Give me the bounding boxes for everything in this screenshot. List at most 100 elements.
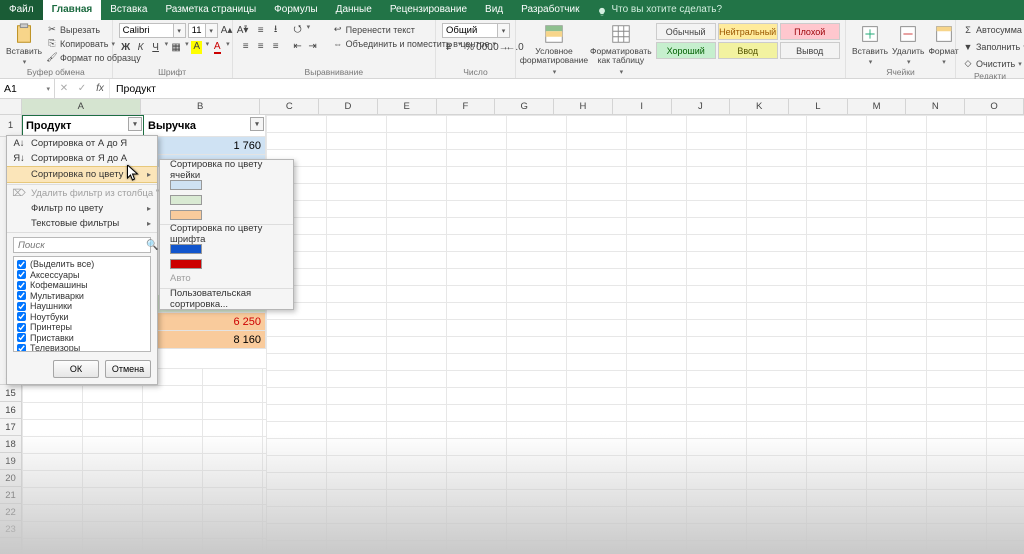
col-header-N[interactable]: N bbox=[906, 99, 965, 114]
number-format-combo[interactable] bbox=[442, 23, 498, 38]
menu-file[interactable]: Файл bbox=[0, 0, 43, 20]
style-neutral[interactable]: Нейтральный bbox=[718, 23, 778, 40]
menu-developer[interactable]: Разработчик bbox=[512, 0, 588, 20]
fill-color-button[interactable]: А bbox=[190, 40, 204, 54]
row-header-20[interactable]: 20 bbox=[0, 470, 21, 487]
custom-sort[interactable]: Пользовательская сортировка... bbox=[160, 291, 293, 306]
menu-review[interactable]: Рецензирование bbox=[381, 0, 476, 20]
menu-insert[interactable]: Вставка bbox=[101, 0, 156, 20]
col-header-G[interactable]: G bbox=[495, 99, 554, 114]
enter-formula-icon[interactable]: ✓ bbox=[73, 83, 91, 94]
filter-search-input[interactable] bbox=[14, 240, 146, 251]
check-item[interactable]: Кофемашины bbox=[17, 280, 147, 291]
filter-checklist[interactable]: (Выделить все) Аксессуары Кофемашины Мул… bbox=[13, 256, 151, 352]
font-size-caret[interactable]: ▾ bbox=[206, 23, 218, 38]
menu-page-layout[interactable]: Разметка страницы bbox=[156, 0, 265, 20]
worksheet-grid[interactable]: A B C D E F G H I J K L M N O 1 14 15 16… bbox=[0, 99, 1024, 554]
cell-color-option[interactable] bbox=[160, 192, 293, 207]
check-item[interactable]: Приставки bbox=[17, 333, 147, 344]
orientation-icon[interactable]: ⭯ bbox=[291, 23, 305, 37]
name-box-input[interactable] bbox=[4, 83, 46, 95]
col-header-I[interactable]: I bbox=[613, 99, 672, 114]
font-name-combo[interactable] bbox=[119, 23, 174, 38]
row-header-19[interactable]: 19 bbox=[0, 453, 21, 470]
col-header-M[interactable]: M bbox=[848, 99, 907, 114]
row-header-22[interactable]: 22 bbox=[0, 504, 21, 521]
format-as-table-button[interactable]: Форматировать как таблицу▾ bbox=[590, 23, 652, 76]
conditional-formatting-button[interactable]: Условное форматирование▾ bbox=[522, 23, 586, 76]
autosum-button[interactable]: ΣАвтосумма▾ bbox=[962, 23, 1024, 36]
style-bad[interactable]: Плохой bbox=[780, 23, 840, 40]
align-center-icon[interactable]: ≡ bbox=[254, 39, 268, 53]
row-header-18[interactable]: 18 bbox=[0, 436, 21, 453]
menu-view[interactable]: Вид bbox=[476, 0, 512, 20]
filter-cancel-button[interactable]: Отмена bbox=[105, 360, 151, 378]
col-header-F[interactable]: F bbox=[437, 99, 496, 114]
check-item[interactable]: Ноутбуки bbox=[17, 312, 147, 323]
align-left-icon[interactable]: ≡ bbox=[239, 39, 253, 53]
cell-color-option[interactable] bbox=[160, 207, 293, 222]
col-header-B[interactable]: B bbox=[141, 99, 260, 114]
cell-styles-gallery[interactable]: Обычный Нейтральный Плохой Хороший Ввод … bbox=[656, 23, 840, 59]
percent-icon[interactable]: % bbox=[463, 40, 477, 54]
check-item[interactable]: Аксессуары bbox=[17, 270, 147, 281]
style-normal[interactable]: Обычный bbox=[656, 23, 716, 40]
style-input[interactable]: Ввод bbox=[718, 42, 778, 59]
delete-cells-button[interactable]: Удалить▾ bbox=[892, 23, 924, 66]
cancel-formula-icon[interactable]: ✕ bbox=[55, 83, 73, 94]
cell-B2[interactable]: 1 760 bbox=[144, 137, 266, 155]
fill-button[interactable]: ▼Заполнить▾ bbox=[962, 40, 1024, 53]
check-item[interactable]: Наушники bbox=[17, 301, 147, 312]
row-header-23[interactable]: 23 bbox=[0, 521, 21, 538]
row-header-1[interactable]: 1 bbox=[0, 115, 21, 137]
col-header-D[interactable]: D bbox=[319, 99, 378, 114]
border-button[interactable]: ▦ bbox=[169, 40, 183, 54]
menu-home[interactable]: Главная bbox=[43, 0, 102, 20]
align-right-icon[interactable]: ≡ bbox=[269, 39, 283, 53]
insert-cells-button[interactable]: Вставить▾ bbox=[852, 23, 888, 66]
italic-button[interactable]: К bbox=[134, 40, 148, 54]
tell-me[interactable]: Что вы хотите сделать? bbox=[588, 0, 731, 20]
check-item[interactable]: Принтеры bbox=[17, 322, 147, 333]
col-header-L[interactable]: L bbox=[789, 99, 848, 114]
font-size-combo[interactable] bbox=[188, 23, 206, 38]
format-cells-button[interactable]: Формат▾ bbox=[928, 23, 958, 66]
indent-increase-icon[interactable]: ⇥ bbox=[306, 39, 320, 53]
col-header-H[interactable]: H bbox=[554, 99, 613, 114]
font-color-option[interactable] bbox=[160, 256, 293, 271]
row-header-15[interactable]: 15 bbox=[0, 385, 21, 402]
accounting-icon[interactable]: ₽ bbox=[442, 40, 456, 54]
select-all-corner[interactable] bbox=[0, 99, 22, 114]
style-output[interactable]: Вывод bbox=[780, 42, 840, 59]
menu-formulas[interactable]: Формулы bbox=[265, 0, 327, 20]
font-color-button[interactable]: А bbox=[210, 40, 224, 54]
fx-icon[interactable]: fx bbox=[91, 83, 109, 94]
check-item[interactable]: Телевизоры bbox=[17, 343, 147, 352]
filter-search-box[interactable]: 🔍 bbox=[13, 237, 151, 253]
sort-za[interactable]: Я↓ Сортировка от Я до А bbox=[7, 151, 157, 166]
col-header-A[interactable]: A bbox=[22, 99, 141, 114]
sort-by-color[interactable]: Сортировка по цвету ▸ bbox=[7, 166, 157, 183]
check-item[interactable]: Мультиварки bbox=[17, 291, 147, 302]
cell-B1[interactable]: Выручка ▾ bbox=[144, 115, 266, 137]
row-header-16[interactable]: 16 bbox=[0, 402, 21, 419]
row-header-21[interactable]: 21 bbox=[0, 487, 21, 504]
indent-decrease-icon[interactable]: ⇤ bbox=[291, 39, 305, 53]
align-top-icon[interactable]: ⭱ bbox=[239, 23, 253, 37]
row-header-17[interactable]: 17 bbox=[0, 419, 21, 436]
filter-ok-button[interactable]: ОК bbox=[53, 360, 99, 378]
increase-font-icon[interactable]: A▴ bbox=[220, 23, 234, 37]
formula-input[interactable] bbox=[110, 79, 1024, 98]
number-format-caret[interactable]: ▾ bbox=[498, 23, 510, 38]
name-box-caret-icon[interactable]: ▾ bbox=[46, 85, 50, 93]
filter-button-A[interactable]: ▾ bbox=[128, 117, 142, 131]
check-all[interactable]: (Выделить все) bbox=[17, 259, 147, 270]
cell-B12[interactable]: 6 250 bbox=[144, 313, 266, 331]
align-bottom-icon[interactable]: ⭳ bbox=[269, 23, 283, 37]
col-header-J[interactable]: J bbox=[672, 99, 731, 114]
clear-button[interactable]: ◇Очистить▾ bbox=[962, 57, 1022, 70]
menu-data[interactable]: Данные bbox=[327, 0, 381, 20]
bold-button[interactable]: Ж bbox=[119, 40, 133, 54]
align-middle-icon[interactable]: ≡ bbox=[254, 23, 268, 37]
underline-button[interactable]: Ч bbox=[149, 40, 163, 54]
